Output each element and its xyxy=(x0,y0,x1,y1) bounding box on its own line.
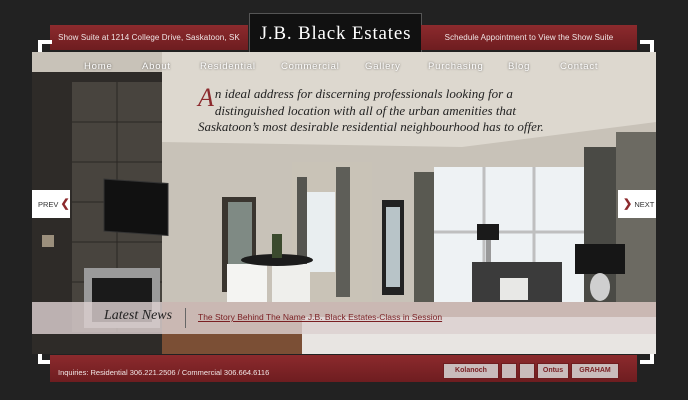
inquiries-phone-text: Inquiries: Residential 306.221.2506 / Co… xyxy=(58,368,270,377)
nav-item-gallery[interactable]: Gallery xyxy=(365,61,401,72)
tagline-drop-cap: A xyxy=(198,83,214,112)
partner-logo-small[interactable] xyxy=(501,363,517,379)
news-divider xyxy=(185,308,186,328)
chevron-right-icon: ❯ xyxy=(623,198,633,210)
site-logo[interactable]: J.B. Black Estates xyxy=(249,13,422,54)
nav-item-residential[interactable]: Residential xyxy=(200,61,256,72)
next-slide-button[interactable]: ❯ NEXT xyxy=(618,190,656,218)
hero-tagline: An ideal address for discerning professi… xyxy=(198,83,578,136)
partner-logo-graham[interactable]: GRAHAM xyxy=(571,363,619,379)
hero-slideshow: Home About Residential Commercial Galler… xyxy=(32,52,656,354)
latest-news-link[interactable]: The Story Behind The Name J.B. Black Est… xyxy=(198,312,442,322)
footer-bar: Inquiries: Residential 306.221.2506 / Co… xyxy=(50,355,637,382)
next-label: NEXT xyxy=(634,200,655,209)
partner-logo-ontus[interactable]: Ontus xyxy=(537,363,569,379)
prev-slide-button[interactable]: PREV ❮ xyxy=(32,190,70,218)
nav-item-contact[interactable]: Contact xyxy=(560,61,598,72)
schedule-appointment-link[interactable]: Schedule Appointment to View the Show Su… xyxy=(421,25,637,50)
nav-item-commercial[interactable]: Commercial xyxy=(281,61,340,72)
show-suite-address-bar: Show Suite at 1214 College Drive, Saskat… xyxy=(50,25,248,50)
prev-label: PREV xyxy=(38,200,59,209)
nav-item-about[interactable]: About xyxy=(142,61,171,72)
partner-logo-kolanoch[interactable]: Kolanoch xyxy=(443,363,499,379)
nav-item-purchasing[interactable]: Purchasing xyxy=(428,61,484,72)
latest-news-label: Latest News xyxy=(104,308,173,323)
tagline-text: n ideal address for discerning professio… xyxy=(198,86,544,134)
chevron-left-icon: ❮ xyxy=(60,198,70,210)
partner-logo-small-2[interactable] xyxy=(519,363,535,379)
main-nav: Home About Residential Commercial Galler… xyxy=(32,61,656,77)
nav-item-blog[interactable]: Blog xyxy=(508,61,530,72)
latest-news-bar: Latest News The Story Behind The Name J.… xyxy=(32,302,656,334)
nav-item-home[interactable]: Home xyxy=(84,61,113,72)
